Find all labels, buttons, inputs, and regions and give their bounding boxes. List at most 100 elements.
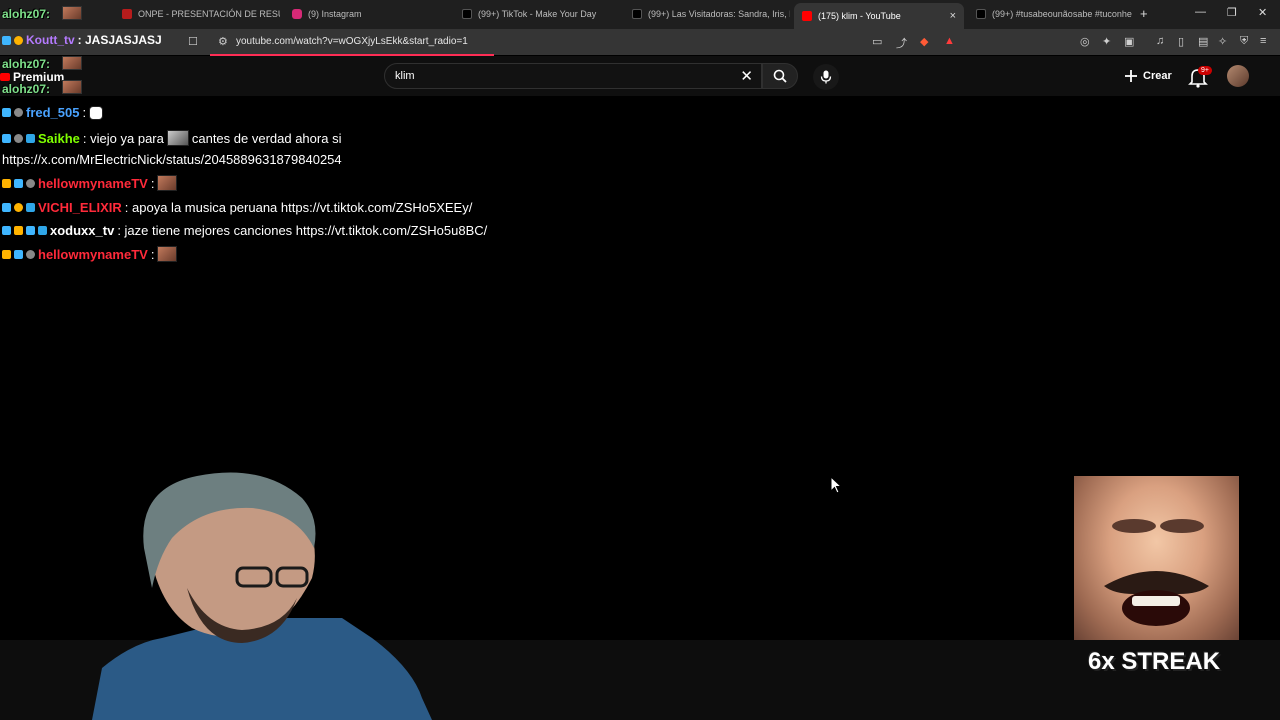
- overlay-username: alohz07:: [2, 7, 51, 21]
- badge-icon: [14, 203, 23, 212]
- plus-icon: [1125, 70, 1137, 82]
- crown-icon: [2, 249, 11, 259]
- chat-message: https://x.com/MrElectricNick/status/2045…: [2, 152, 342, 167]
- overlay-chat-username: Koutt_tv: [26, 33, 75, 47]
- streak-counter: 6x STREAK: [1088, 648, 1221, 675]
- cast-icon[interactable]: ▭: [872, 35, 882, 48]
- tab-youtube-active[interactable]: (175) klim - YouTube ×: [794, 3, 964, 29]
- chat-username: fred_505: [26, 105, 80, 120]
- chat-line: https://x.com/MrElectricNick/status/2045…: [2, 152, 342, 167]
- badge-icon: [26, 226, 35, 235]
- chat-message: : viejo ya para: [82, 130, 164, 146]
- chat-username: hellowmynameTV: [38, 175, 148, 191]
- search-query: klim: [395, 70, 415, 82]
- wallet-icon[interactable]: ▤: [1198, 35, 1208, 48]
- badge-icon: [14, 35, 23, 45]
- avatar[interactable]: [1227, 65, 1249, 87]
- voice-search-button[interactable]: [813, 64, 839, 90]
- youtube-icon: [0, 73, 10, 81]
- overlay-emote: [62, 6, 82, 20]
- chat-line: xoduxx_tv : jaze tiene mejores canciones…: [2, 223, 487, 238]
- overlay-emote: [62, 56, 82, 70]
- new-tab-button[interactable]: +: [1140, 6, 1148, 21]
- laughing-face-icon: [1104, 519, 1209, 626]
- close-icon[interactable]: ✕: [740, 67, 753, 85]
- address-bar: ☐ ⚙ youtube.com/watch?v=wOGXjyLsEkk&star…: [0, 29, 1280, 55]
- minimize-button[interactable]: —: [1195, 6, 1206, 18]
- leo-icon[interactable]: ✧: [1218, 35, 1227, 48]
- tab-tusabe[interactable]: (99+) #tusabeounãosabe #tuconhe: [968, 3, 1134, 25]
- tab-label: ONPE - PRESENTACIÓN DE RESULTA: [138, 9, 280, 19]
- badge-icon: [14, 178, 23, 188]
- tab-label: (9) Instagram: [308, 9, 362, 19]
- badge-icon: [14, 108, 23, 117]
- share-icon[interactable]: ⤴: [896, 35, 907, 51]
- tab-label: (99+) TikTok - Make Your Day: [478, 9, 597, 19]
- vpn-icon[interactable]: ⛨: [1240, 35, 1248, 48]
- extension-icon[interactable]: ◎: [1080, 35, 1090, 48]
- overlay-chat-line: Koutt_tv : JASJASJASJ: [2, 33, 162, 47]
- brave-rewards-icon[interactable]: ▲: [944, 35, 955, 47]
- tiktok-icon: [976, 9, 986, 19]
- overlay-emote: [62, 80, 82, 94]
- cursor-icon: [830, 476, 842, 494]
- bookmark-icon[interactable]: ☐: [188, 35, 198, 48]
- emote-icon: [157, 246, 178, 262]
- cat-emote-icon: [89, 105, 104, 120]
- browser-tab-strip: ONPE - PRESENTACIÓN DE RESULTA (9) Insta…: [0, 0, 1280, 29]
- screenshot-icon[interactable]: ▣: [1124, 35, 1134, 48]
- tab-instagram[interactable]: (9) Instagram: [284, 3, 450, 25]
- url-field[interactable]: youtube.com/watch?v=wOGXjyLsEkk&start_ra…: [236, 36, 468, 47]
- streamer-webcam: [92, 472, 432, 720]
- tab-label: (175) klim - YouTube: [818, 11, 901, 21]
- search-icon: [773, 69, 787, 83]
- tab-label: (99+) Las Visitadoras: Sandra, Iris, La: [648, 9, 790, 19]
- crown-icon: [14, 226, 23, 235]
- close-tab-icon[interactable]: ×: [950, 10, 956, 22]
- puzzle-icon[interactable]: ✦: [1102, 35, 1111, 48]
- badge-icon: [2, 35, 11, 45]
- tab-favicon: [122, 9, 132, 19]
- search-button[interactable]: [762, 63, 798, 89]
- chat-message: : apoya la musica peruana https://vt.tik…: [124, 200, 473, 215]
- youtube-icon: [802, 11, 812, 21]
- chat-line: Saikhe : viejo ya para cantes de verdad …: [2, 130, 341, 146]
- create-label: Crear: [1143, 70, 1172, 82]
- youtube-header: klim ✕ Crear 9+: [0, 56, 1280, 96]
- chat-line: VICHI_ELIXIR : apoya la musica peruana h…: [2, 200, 472, 215]
- instagram-icon: [292, 9, 302, 19]
- search-input[interactable]: klim ✕: [384, 63, 762, 89]
- chat-username: Saikhe: [38, 130, 80, 146]
- chat-username: VICHI_ELIXIR: [38, 200, 122, 215]
- chat-message: :: [150, 175, 155, 191]
- media-icon[interactable]: ♫: [1156, 35, 1164, 47]
- badge-icon: [2, 133, 11, 143]
- sword-icon: [2, 226, 11, 235]
- image-emote-icon: [166, 130, 189, 146]
- mic-icon: [820, 70, 832, 84]
- tab-onpe[interactable]: ONPE - PRESENTACIÓN DE RESULTA: [114, 3, 280, 25]
- site-info-icon[interactable]: ⚙: [218, 35, 228, 48]
- create-button[interactable]: Crear: [1118, 65, 1178, 87]
- maximize-button[interactable]: ❐: [1227, 6, 1237, 19]
- badge-icon: [26, 203, 35, 212]
- tab-visitadoras[interactable]: (99+) Las Visitadoras: Sandra, Iris, La: [624, 3, 790, 25]
- close-window-button[interactable]: ✕: [1258, 6, 1267, 19]
- tiktok-icon: [462, 9, 472, 19]
- sidebar-icon[interactable]: ▯: [1178, 35, 1184, 48]
- chat-line: hellowmynameTV :: [2, 175, 178, 191]
- tiktok-icon: [632, 9, 642, 19]
- chat-username: xoduxx_tv: [50, 223, 115, 238]
- badge-icon: [26, 249, 35, 259]
- menu-icon[interactable]: ≡: [1260, 35, 1266, 47]
- chat-message: :: [150, 246, 155, 262]
- brave-shield-icon[interactable]: ◆: [920, 35, 928, 48]
- chat-line: hellowmynameTV :: [2, 246, 178, 262]
- tab-tiktok[interactable]: (99+) TikTok - Make Your Day: [454, 3, 620, 25]
- chat-line: fred_505:: [2, 105, 104, 120]
- badge-icon: [38, 226, 47, 235]
- overlay-username: alohz07:: [2, 82, 51, 96]
- tab-label: (99+) #tusabeounãosabe #tuconhe: [992, 9, 1132, 19]
- overlay-username: alohz07:: [2, 57, 51, 71]
- reaction-image: [1074, 476, 1239, 640]
